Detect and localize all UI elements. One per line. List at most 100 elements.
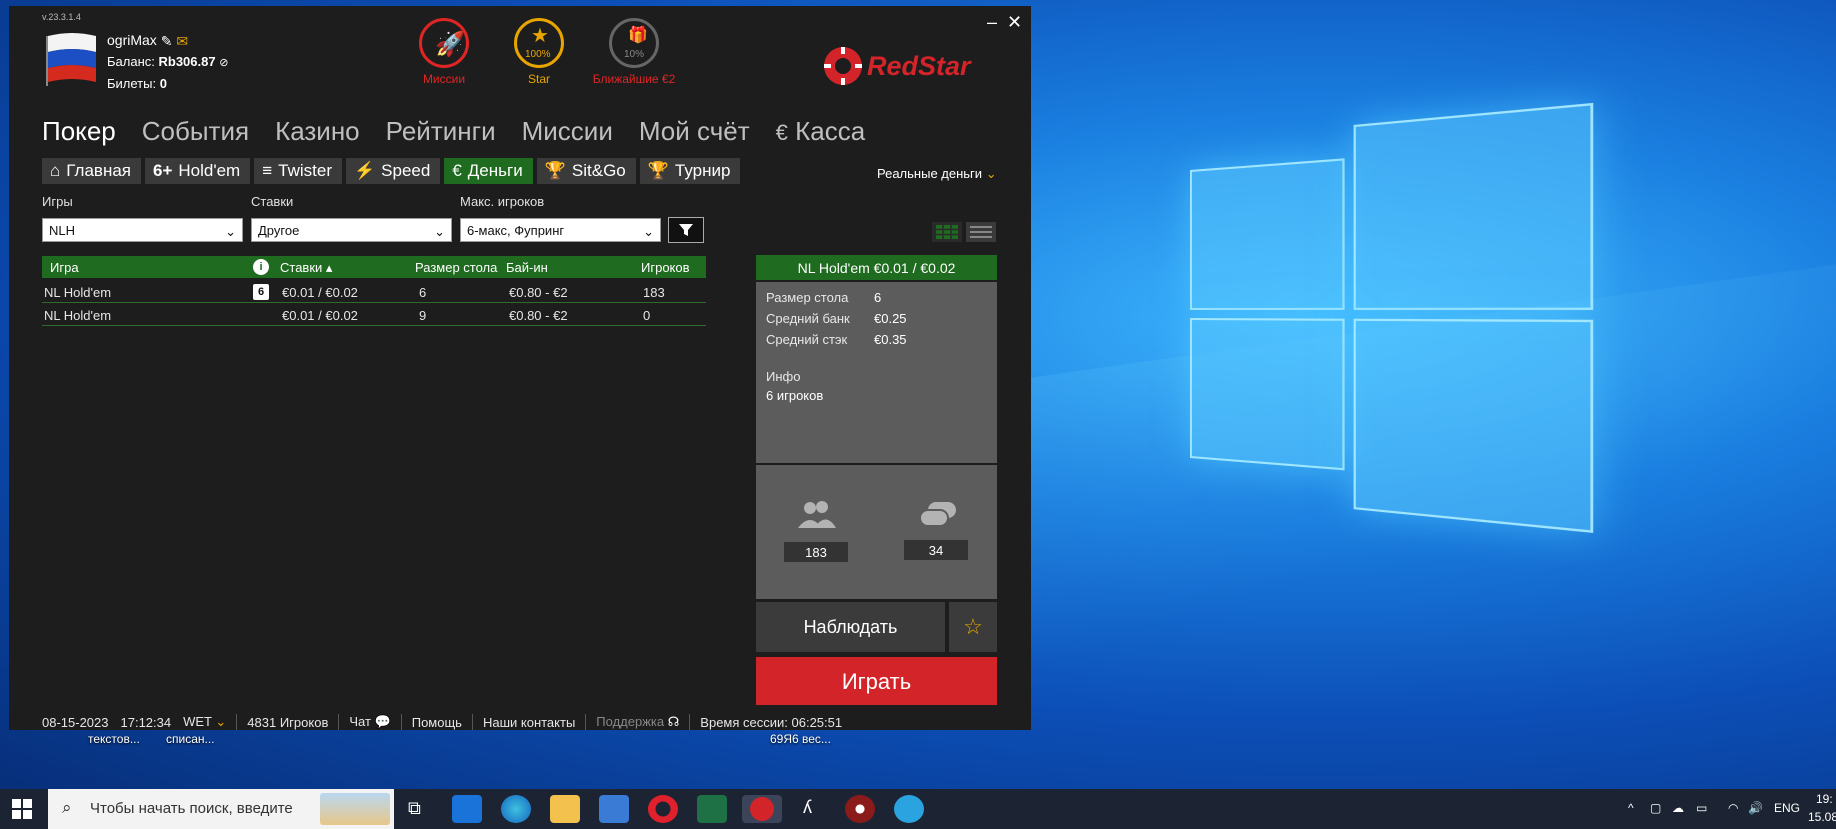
col-players[interactable]: Игроков <box>641 260 690 275</box>
games-select[interactable]: NLH ⌄ <box>42 218 243 242</box>
clock-date[interactable]: 15.08. <box>1808 810 1836 824</box>
nav-ratings[interactable]: Рейтинги <box>386 116 496 147</box>
timezone-dropdown[interactable]: WET ⌄ <box>183 714 226 730</box>
search-highlight-image <box>320 793 390 825</box>
opera-icon[interactable] <box>648 795 678 823</box>
contacts-link[interactable]: Наши контакты <box>483 715 575 730</box>
col-buyin[interactable]: Бай-ин <box>506 260 548 275</box>
nav-missions[interactable]: Миссии <box>522 116 613 147</box>
col-table-size[interactable]: Размер стола <box>415 260 497 275</box>
tab-sitgo[interactable]: 🏆 Sit&Go <box>536 158 636 184</box>
poker-chip-icon[interactable] <box>845 795 875 823</box>
players-count: 183 <box>784 542 848 562</box>
play-button[interactable]: Играть <box>756 657 997 705</box>
tab-twister[interactable]: ≡ Twister <box>254 158 342 184</box>
mail-icon[interactable]: ✉ <box>176 33 188 50</box>
real-money-dropdown[interactable]: Реальные деньги ⌄ <box>877 166 997 182</box>
tray-icon[interactable]: ▢ <box>1650 801 1661 815</box>
chevron-up-icon[interactable]: ^ <box>1628 801 1634 815</box>
trophy-cup-icon: 🏆 <box>647 161 669 180</box>
nav-events[interactable]: События <box>142 116 249 147</box>
mail-app-icon[interactable] <box>452 795 482 823</box>
volume-icon[interactable]: 🔊 <box>1748 801 1763 815</box>
table-size-badge: 6 <box>253 284 269 300</box>
tables-count: 34 <box>904 540 968 560</box>
network-icon[interactable]: ◠ <box>1728 801 1738 815</box>
desktop-icon-label[interactable]: списан... <box>166 732 215 746</box>
russia-flag-icon <box>46 33 96 86</box>
telegram-icon[interactable] <box>894 795 924 823</box>
file-explorer-icon[interactable] <box>550 795 580 823</box>
nav-my-account[interactable]: Мой счёт <box>639 116 750 147</box>
col-stakes[interactable]: Ставки ▴ <box>280 260 332 276</box>
tab-tournament[interactable]: 🏆 Турнир <box>639 158 741 184</box>
grid-view-button[interactable] <box>932 222 962 242</box>
svg-text:RedStar: RedStar <box>867 51 972 81</box>
nav-poker[interactable]: Покер <box>42 116 116 147</box>
user-name: ogriMax ✎ ✉ <box>107 32 189 50</box>
taskbar: ⌕ Чтобы начать поиск, введите ⧉ ʎ ^ ▢ ☁ … <box>0 789 1836 829</box>
main-nav: Покер События Казино Рейтинги Миссии Мой… <box>42 116 865 147</box>
edge-icon[interactable] <box>501 795 531 823</box>
task-view-icon[interactable]: ⧉ <box>402 795 432 823</box>
nearest-reward-widget[interactable]: 🎁 10% Ближайшие €2 <box>584 18 684 86</box>
taskbar-search-input[interactable]: ⌕ Чтобы начать поиск, введите <box>48 789 394 829</box>
desktop-icon-label[interactable]: текстов... <box>88 732 140 746</box>
chat-bubble-icon: 💬 <box>374 714 391 729</box>
language-indicator[interactable]: ENG <box>1774 801 1800 815</box>
tab-home[interactable]: ⌂ Главная <box>42 158 141 184</box>
desktop-icon-label[interactable]: 69Я6 вес... <box>770 732 831 746</box>
balance: Баланс: Rb306.87 ⊘ <box>107 54 229 69</box>
app-icon[interactable]: ʎ <box>795 795 825 823</box>
home-icon: ⌂ <box>50 161 61 180</box>
chevron-down-icon: ⌄ <box>225 224 236 239</box>
trophy-icon: 🏆 <box>544 161 566 180</box>
table-row[interactable]: NL Hold'em 6 €0.01 / €0.02 6 €0.80 - €2 … <box>42 281 706 303</box>
start-windows-icon[interactable] <box>12 799 32 819</box>
nav-cashier[interactable]: € Касса <box>776 116 866 147</box>
redstar-logo: RedStar <box>824 47 972 85</box>
tables-icon <box>919 502 956 527</box>
rocket-icon: 🚀 <box>419 18 469 68</box>
stakes-select[interactable]: Другое ⌄ <box>251 218 452 242</box>
chevron-down-icon: ⌄ <box>985 166 997 181</box>
session-time: Время сессии: 06:25:51 <box>700 714 843 730</box>
version-label: v.23.3.1.4 <box>42 12 81 22</box>
onedrive-icon[interactable]: ☁ <box>1672 801 1684 815</box>
favorite-button[interactable]: ☆ <box>949 602 997 652</box>
star-icon: ☆ <box>963 614 983 639</box>
edit-pencil-icon[interactable]: ✎ <box>161 33 173 50</box>
nav-casino[interactable]: Казино <box>275 116 360 147</box>
help-link[interactable]: Помощь <box>412 715 462 730</box>
players-icon <box>798 501 836 528</box>
chat-link[interactable]: Чат 💬 <box>349 714 390 730</box>
table-detail-stats: 183 34 <box>756 465 997 599</box>
tab-cash[interactable]: € Деньги <box>444 158 533 184</box>
store-icon[interactable] <box>599 795 629 823</box>
observe-button[interactable]: Наблюдать <box>756 602 945 652</box>
minimize-button[interactable]: – <box>987 12 997 33</box>
gift-icon: 🎁 10% <box>609 18 659 68</box>
clock-time[interactable]: 19: <box>1816 792 1833 806</box>
close-button[interactable]: ✕ <box>1007 12 1022 33</box>
tab-speed[interactable]: ⚡ Speed <box>345 158 441 184</box>
battery-icon[interactable]: ▭ <box>1696 801 1707 815</box>
lightning-icon: ⚡ <box>353 161 376 180</box>
support-link[interactable]: Поддержка ☊ <box>596 714 679 730</box>
tab-holdem[interactable]: 6+ Hold'em <box>145 158 251 184</box>
holdem-6plus-icon: 6+ <box>153 161 173 180</box>
list-view-button[interactable] <box>966 222 996 242</box>
redstar-taskbar-icon[interactable] <box>742 795 782 823</box>
table-detail-title: NL Hold'em €0.01 / €0.02 <box>756 255 997 280</box>
hide-eye-icon[interactable]: ⊘ <box>219 57 228 69</box>
col-game[interactable]: Игра <box>50 260 79 275</box>
table-row[interactable]: NL Hold'em €0.01 / €0.02 9 €0.80 - €2 0 <box>42 304 706 326</box>
headset-icon: ☊ <box>667 714 680 729</box>
excel-icon[interactable] <box>697 795 727 823</box>
grid-view-icon <box>936 225 958 239</box>
filter-button[interactable] <box>668 217 704 243</box>
info-icon[interactable]: i <box>253 259 269 275</box>
missions-widget[interactable]: 🚀 Миссии <box>409 18 479 86</box>
max-players-select[interactable]: 6-макс, Фупринг ⌄ <box>460 218 661 242</box>
star-widget[interactable]: ★ 100% Star <box>504 18 574 86</box>
